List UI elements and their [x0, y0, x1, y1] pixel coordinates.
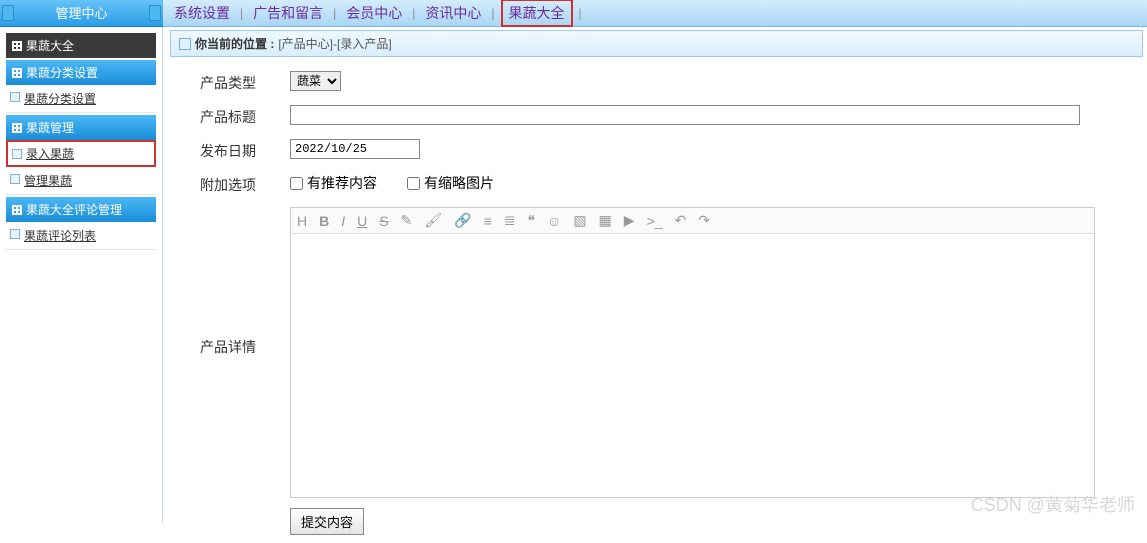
recommend-checkbox[interactable] [290, 177, 303, 190]
rich-text-editor: HBIUS ✎ 🖌 🔗 ≡ ≣ ❝ ☺ ▧ ▦ ▶ >_ ↶ ↷ [290, 207, 1095, 498]
editor-link-icon[interactable]: 🔗 [454, 212, 471, 229]
grid-icon [12, 123, 22, 133]
sidebar-item-1-1[interactable]: 管理果蔬 [6, 167, 156, 195]
editor-bold-icon[interactable]: B [319, 213, 329, 229]
editor-toolbar: HBIUS ✎ 🖌 🔗 ≡ ≣ ❝ ☺ ▧ ▦ ▶ >_ ↶ ↷ [291, 208, 1094, 234]
thumbnail-checkbox[interactable] [407, 177, 420, 190]
editor-video-icon[interactable]: ▶ [624, 212, 635, 229]
sidebar-section-1[interactable]: 果蔬管理 [6, 115, 156, 140]
sidebar-item-0-0[interactable]: 果蔬分类设置 [6, 85, 156, 113]
editor-undo-icon[interactable]: ↶ [675, 212, 687, 229]
sidebar-root-label: 果蔬大全 [26, 37, 74, 54]
editor-emoji-icon[interactable]: ☺ [547, 213, 561, 229]
recommend-checkbox-label[interactable]: 有推荐内容 [290, 173, 377, 193]
editor-heading-icon[interactable]: H [297, 213, 307, 229]
product-title-label: 产品标题 [170, 105, 290, 127]
topnav-item-4[interactable]: 果蔬大全 [501, 0, 573, 27]
grid-icon [12, 68, 22, 78]
topnav-item-0[interactable]: 系统设置 [170, 3, 234, 23]
breadcrumb-path: [产品中心]-[录入产品] [278, 35, 391, 52]
editor-image-icon[interactable]: ▧ [573, 212, 586, 229]
breadcrumb-icon [179, 38, 191, 50]
sidebar-section-0[interactable]: 果蔬分类设置 [6, 60, 156, 85]
editor-table-icon[interactable]: ▦ [599, 212, 612, 229]
editor-textarea[interactable] [291, 234, 1094, 494]
editor-redo-icon[interactable]: ↷ [698, 212, 710, 229]
submit-button[interactable]: 提交内容 [290, 508, 364, 535]
sidebar-item-2-0[interactable]: 果蔬评论列表 [6, 222, 156, 250]
grid-icon [12, 205, 22, 215]
publish-date-input[interactable] [290, 139, 420, 159]
editor-brush-icon[interactable]: 🖌 [424, 212, 442, 229]
editor-underline-icon[interactable]: U [357, 213, 367, 229]
mgmt-center-header: 管理中心 [0, 0, 163, 27]
breadcrumb: 你当前的位置 : [产品中心]-[录入产品] [170, 30, 1143, 57]
thumbnail-checkbox-label[interactable]: 有缩略图片 [407, 173, 494, 193]
handle-left-icon [2, 5, 14, 21]
topnav-item-1[interactable]: 广告和留言 [249, 3, 327, 23]
sidebar-item-1-0[interactable]: 录入果蔬 [6, 140, 156, 167]
handle-right-icon [149, 5, 161, 21]
editor-edit-icon[interactable]: ✎ [401, 212, 413, 229]
mgmt-center-title: 管理中心 [55, 6, 107, 21]
publish-date-label: 发布日期 [170, 139, 290, 161]
editor-strike-icon[interactable]: S [379, 213, 388, 229]
product-title-input[interactable] [290, 105, 1080, 125]
product-type-label: 产品类型 [170, 71, 290, 93]
breadcrumb-label: 你当前的位置 : [195, 35, 274, 52]
grid-icon [12, 41, 22, 51]
topnav-item-3[interactable]: 资讯中心 [421, 3, 485, 23]
editor-code-icon[interactable]: >_ [647, 213, 663, 229]
sidebar-section-2[interactable]: 果蔬大全评论管理 [6, 197, 156, 222]
top-nav: 系统设置|广告和留言|会员中心|资讯中心|果蔬大全| [0, 0, 1147, 27]
topnav-item-2[interactable]: 会员中心 [342, 3, 406, 23]
product-type-select[interactable]: 蔬菜 [290, 71, 341, 91]
extra-options-label: 附加选项 [170, 173, 290, 195]
sidebar-root[interactable]: 果蔬大全 [6, 33, 156, 58]
editor-italic-icon[interactable]: I [341, 213, 345, 229]
editor-list-ul-icon[interactable]: ≡ [484, 213, 492, 229]
product-detail-label: 产品详情 [170, 207, 290, 357]
editor-quote-icon[interactable]: ❝ [527, 212, 535, 229]
editor-list-ol-icon[interactable]: ≣ [504, 212, 516, 229]
